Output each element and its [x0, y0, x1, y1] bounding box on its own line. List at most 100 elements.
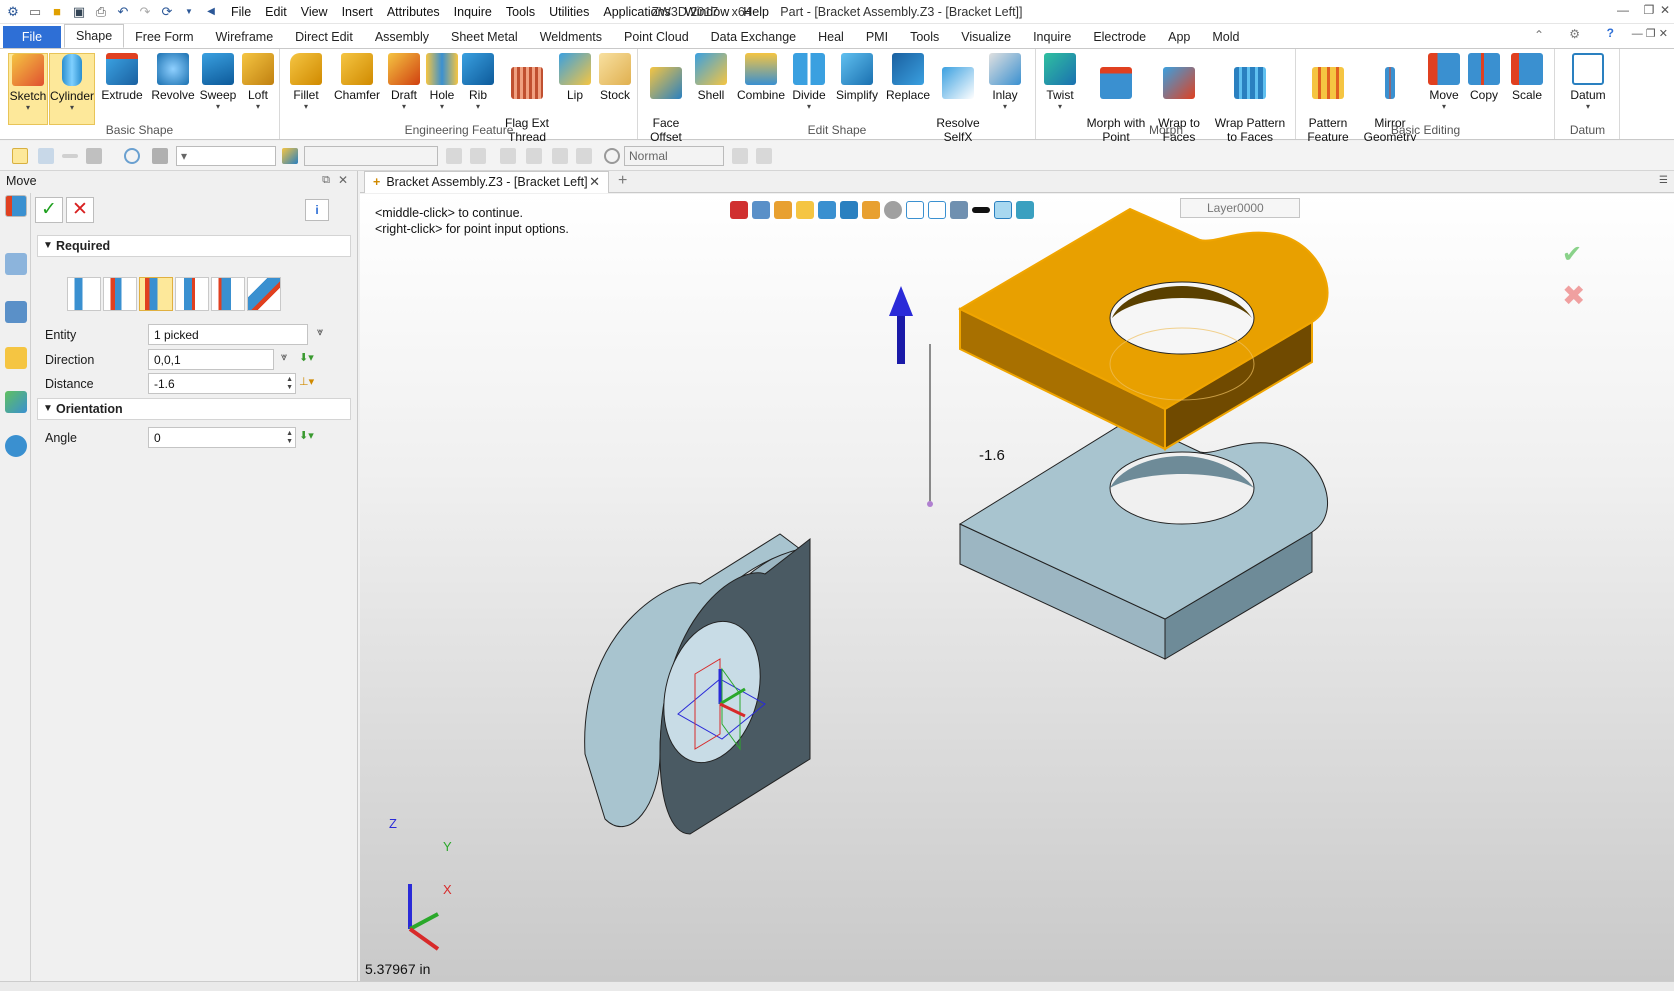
move-direction-arrow[interactable] — [889, 286, 933, 507]
render-mode-combo[interactable]: Normal — [624, 146, 724, 166]
tab-heal[interactable]: Heal — [807, 26, 855, 48]
select-arrow-icon[interactable] — [12, 148, 28, 164]
open-file-icon[interactable]: ■ — [48, 3, 66, 21]
grid-select-icon[interactable] — [86, 148, 102, 164]
tab-direct-edit[interactable]: Direct Edit — [284, 26, 364, 48]
revolve-button[interactable]: Revolve — [150, 53, 196, 102]
sel-tool-4-icon[interactable] — [526, 148, 542, 164]
menu-inquire[interactable]: Inquire — [447, 5, 499, 19]
save-icon[interactable]: ▣ — [70, 3, 88, 21]
datum-button[interactable]: Datum ▾ — [1564, 53, 1612, 112]
shell-button[interactable]: Shell — [693, 53, 729, 102]
distance-measure-icon[interactable]: ⊥▾ — [299, 375, 314, 388]
direction-field[interactable]: 0,0,1 — [148, 349, 274, 370]
entity-field[interactable]: 1 picked — [148, 324, 308, 345]
circle-select-icon[interactable] — [124, 148, 140, 164]
move-button[interactable]: Move ▾ — [1425, 53, 1463, 112]
tab-sheet-metal[interactable]: Sheet Metal — [440, 26, 529, 48]
tab-visualize[interactable]: Visualize — [950, 26, 1022, 48]
replace-button[interactable]: Replace — [885, 53, 931, 102]
loft-button[interactable]: Loft ▾ — [240, 53, 276, 112]
menu-applications[interactable]: Applications — [596, 5, 677, 19]
refresh-icon[interactable]: ⟳ — [158, 3, 176, 21]
distance-spinner-icon[interactable]: ▲ ▼ — [286, 376, 293, 392]
entity-expand-icon[interactable]: ⩔ — [317, 326, 323, 339]
collapse-ribbon-icon[interactable]: ⌃ — [1534, 28, 1544, 42]
lip-button[interactable]: Lip — [558, 53, 592, 102]
doc-tab-bracket[interactable]: + Bracket Assembly.Z3 - [Bracket Left] ✕ — [364, 171, 609, 193]
scale-button[interactable]: Scale — [1507, 53, 1547, 102]
sel-tool-2-icon[interactable] — [470, 148, 486, 164]
dropdown-icon[interactable]: ▼ — [180, 3, 198, 21]
fillet-button[interactable]: Fillet ▾ — [286, 53, 326, 112]
move-mode-3-icon[interactable] — [139, 277, 173, 311]
chamfer-button[interactable]: Chamfer — [331, 53, 383, 102]
inlay-button[interactable]: Inlay ▾ — [985, 53, 1025, 112]
tab-mold[interactable]: Mold — [1201, 26, 1250, 48]
move-mode-6-icon[interactable] — [247, 277, 281, 311]
image-icon[interactable] — [5, 391, 27, 413]
print-icon[interactable]: ⎙ — [92, 3, 110, 21]
menu-help[interactable]: Help — [736, 5, 776, 19]
filter-combo[interactable]: ▾ — [176, 146, 276, 166]
combine-button[interactable]: Combine — [735, 53, 787, 102]
tab-wireframe[interactable]: Wireframe — [205, 26, 285, 48]
direction-expand-icon[interactable]: ⩔ — [281, 351, 287, 364]
tab-shape[interactable]: Shape — [64, 24, 125, 48]
menu-edit[interactable]: Edit — [258, 5, 294, 19]
twist-button[interactable]: Twist ▾ — [1041, 53, 1079, 112]
tab-assembly[interactable]: Assembly — [364, 26, 440, 48]
menu-insert[interactable]: Insert — [335, 5, 380, 19]
distance-dimension-label[interactable]: -1.6 — [979, 447, 1005, 464]
snap-tool-icon[interactable] — [756, 148, 772, 164]
help-icon[interactable]: ? — [1607, 26, 1614, 40]
draft-button[interactable]: Draft ▾ — [385, 53, 423, 112]
sketch-button[interactable]: Sketch ▾ — [8, 53, 48, 125]
undo-icon[interactable]: ↶ — [114, 3, 132, 21]
move-mode-5-icon[interactable] — [211, 277, 245, 311]
tab-pmi[interactable]: PMI — [855, 26, 899, 48]
copy-button[interactable]: Copy — [1465, 53, 1503, 102]
tab-free-form[interactable]: Free Form — [124, 26, 204, 48]
sel-tool-5-icon[interactable] — [552, 148, 568, 164]
move-mode-1-icon[interactable] — [67, 277, 101, 311]
new-tab-icon[interactable]: + — [618, 172, 627, 190]
sweep-button[interactable]: Sweep ▾ — [198, 53, 238, 112]
tab-weldments[interactable]: Weldments — [529, 26, 613, 48]
line-icon[interactable] — [62, 154, 78, 158]
menu-window[interactable]: Window — [678, 5, 736, 19]
section-orientation[interactable]: ▼ Orientation — [37, 398, 351, 420]
selection-combo[interactable] — [304, 146, 438, 166]
sel-tool-1-icon[interactable] — [446, 148, 462, 164]
doc-tab-close-icon[interactable]: ✕ — [589, 174, 600, 190]
menu-tools[interactable]: Tools — [499, 5, 542, 19]
doc-window-controls-icon[interactable]: — ❐ ✕ — [1632, 27, 1668, 40]
part-filter-icon[interactable] — [282, 148, 298, 164]
tab-electrode[interactable]: Electrode — [1082, 26, 1157, 48]
angle-spinner-icon[interactable]: ▲ ▼ — [286, 430, 293, 446]
back-icon[interactable]: ◀ — [202, 3, 220, 21]
move-command-icon[interactable] — [5, 195, 27, 217]
tab-file[interactable]: File — [3, 26, 61, 48]
bracket-upper-part-selected[interactable] — [957, 207, 1329, 451]
filter-icon[interactable] — [152, 148, 168, 164]
distance-field[interactable]: -1.6 ▲ ▼ — [148, 373, 296, 394]
section-required[interactable]: ▼ Required — [37, 235, 351, 257]
divide-button[interactable]: Divide ▾ — [789, 53, 829, 112]
minimize-button[interactable]: — — [1610, 3, 1636, 21]
render-mode-icon[interactable] — [604, 148, 620, 164]
tab-inquire[interactable]: Inquire — [1022, 26, 1082, 48]
extrude-button[interactable]: Extrude — [100, 53, 144, 102]
move-mode-2-icon[interactable] — [103, 277, 137, 311]
history-tree-icon[interactable] — [5, 253, 27, 275]
cancel-button[interactable]: ✕ — [66, 197, 94, 223]
menu-utilities[interactable]: Utilities — [542, 5, 596, 19]
pick-point-icon[interactable] — [38, 148, 54, 164]
new-file-icon[interactable]: ▭ — [26, 3, 44, 21]
sel-tool-3-icon[interactable] — [500, 148, 516, 164]
tab-app[interactable]: App — [1157, 26, 1201, 48]
cylinder-button[interactable]: Cylinder ▾ — [49, 53, 95, 125]
menu-attributes[interactable]: Attributes — [380, 5, 447, 19]
redo-icon[interactable]: ↷ — [136, 3, 154, 21]
angle-pick-icon[interactable]: ⬇▾ — [299, 429, 314, 442]
